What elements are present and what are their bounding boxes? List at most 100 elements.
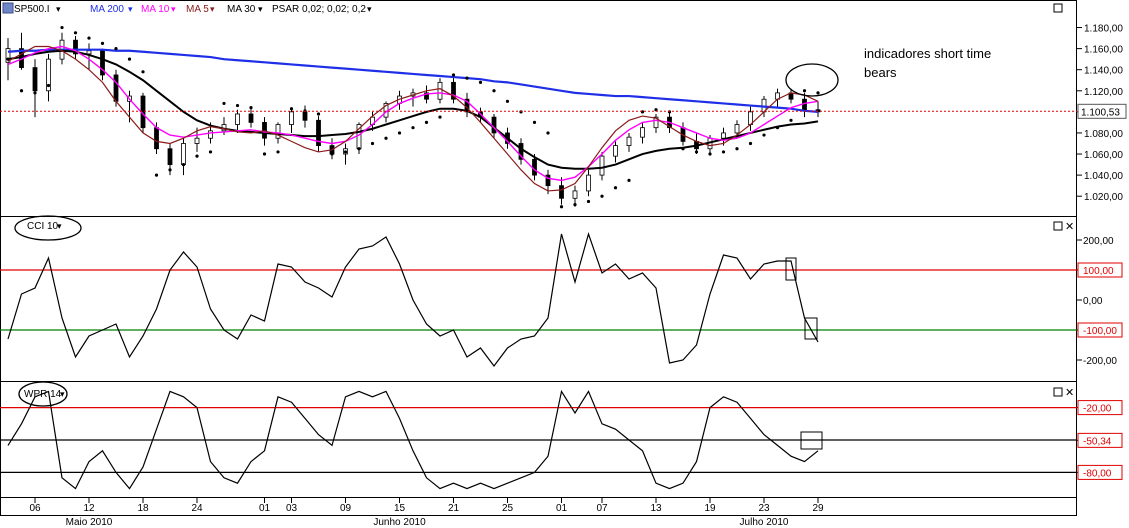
candle-body [32, 67, 38, 92]
osc-ytick-label: 100,00 [1083, 266, 1114, 277]
indicator-toolbar: SP500.I ▾ MA 200 ▾ MA 10 ▾ MA 5 ▾ MA 30 … [1, 1, 396, 15]
month-label: Maio 2010 [66, 517, 113, 528]
month-label: Julho 2010 [740, 517, 789, 528]
xtick-label: 24 [191, 503, 203, 514]
candle-body [437, 81, 443, 100]
wpr-title[interactable]: WPR 14 ▾ [24, 389, 65, 400]
psar-dot [208, 150, 213, 154]
close-icon[interactable]: ✕ [1065, 387, 1074, 399]
cci-line [7, 231, 819, 367]
psar-dot [640, 110, 645, 114]
chevron-down-icon[interactable]: ▾ [128, 4, 133, 14]
psar-dot [789, 118, 793, 122]
maximize-icon[interactable] [1053, 387, 1063, 397]
ma30-toggle[interactable]: MA 30 [227, 4, 256, 15]
psar-dot [424, 120, 429, 125]
psar-dot [127, 57, 132, 61]
xtick-label: 29 [812, 503, 824, 514]
candle-body [613, 145, 618, 157]
psar-dot [249, 106, 253, 110]
xtick-label: 21 [448, 503, 460, 514]
candle-body [113, 74, 119, 102]
close-icon[interactable]: ✕ [1065, 221, 1074, 233]
wpr-levels [0, 406, 1077, 474]
xtick-label: 15 [394, 503, 406, 514]
last-price-label: 1.100,53 [1081, 107, 1120, 118]
psar-dot [816, 91, 820, 95]
osc-ytick-label: -200,00 [1083, 356, 1117, 367]
psar-dot [222, 101, 226, 106]
xtick-label: 07 [596, 503, 608, 514]
cci-y-axis: 200,00 100,00 0,00 -100,00 -200,00 [1077, 236, 1123, 367]
psar-dot [681, 147, 685, 151]
psar-dot [465, 76, 469, 80]
xtick-label: 09 [340, 503, 352, 514]
wpr-title-label[interactable]: WPR 14 [24, 389, 62, 400]
symbol-label[interactable]: SP500.I [14, 4, 50, 15]
psar-dot [478, 80, 483, 84]
ma200-toggle[interactable]: MA 200 [90, 4, 124, 15]
cci-title-label[interactable]: CCI 10 [27, 221, 59, 232]
psar-dot [19, 89, 24, 93]
candle-body [154, 127, 159, 150]
chevron-down-icon[interactable]: ▾ [56, 4, 61, 14]
psar-toggle[interactable]: PSAR 0,02; 0,02; 0,2 [272, 4, 366, 15]
psar-dot [60, 25, 64, 30]
maximize-icon[interactable] [1053, 3, 1063, 13]
osc-ytick-label: -80,00 [1083, 468, 1112, 479]
chevron-down-icon[interactable]: ▾ [258, 4, 263, 14]
psar-dot [181, 162, 186, 167]
psar-dot [343, 150, 348, 154]
xtick-label: 12 [83, 503, 95, 514]
candle-body [248, 113, 254, 123]
psar-dot [73, 31, 78, 35]
psar-dot [330, 152, 334, 156]
candle-body [586, 174, 591, 192]
psar-dot [627, 178, 631, 182]
ma10-toggle[interactable]: MA 10 [141, 4, 170, 15]
annotation-line-1: indicadores short time [864, 46, 991, 61]
xtick-label: 01 [556, 503, 568, 514]
trading-chart[interactable]: 1.180,001.160,001.140,001.120,001.100,00… [0, 0, 1129, 528]
psar-dot [708, 152, 712, 156]
psar-dot [748, 141, 753, 146]
xtick-label: 23 [758, 503, 770, 514]
psar-dot [573, 203, 577, 207]
annotation-line-2: bears [864, 65, 897, 80]
psar-dot [694, 150, 699, 154]
psar-dot [262, 152, 267, 156]
osc-ytick-label: -50,34 [1083, 436, 1112, 447]
psar-dot [775, 126, 780, 130]
price-ytick-label: 1.040,00 [1084, 171, 1123, 182]
osc-ytick-label: 0,00 [1083, 296, 1103, 307]
symbol-icon[interactable] [2, 2, 14, 14]
candle-body [626, 136, 632, 146]
candle-body [599, 155, 605, 176]
chevron-down-icon[interactable]: ▾ [57, 221, 62, 231]
psar-dot [168, 168, 172, 172]
psar-dot [316, 112, 321, 116]
chevron-down-icon[interactable]: ▾ [367, 4, 372, 14]
price-ytick-label: 1.120,00 [1084, 87, 1123, 98]
psar-dot [397, 131, 402, 135]
psar-dot [532, 120, 537, 125]
psar-dot [357, 147, 361, 151]
ma5-toggle[interactable]: MA 5 [186, 4, 209, 15]
chevron-down-icon[interactable]: ▾ [60, 389, 65, 399]
psar-dot [276, 150, 280, 154]
chevron-down-icon[interactable]: ▾ [171, 4, 176, 14]
psar-dot [384, 136, 388, 140]
candle-body [289, 111, 294, 125]
psar-dot [46, 83, 51, 88]
chevron-down-icon[interactable]: ▾ [210, 4, 215, 14]
last-price-marker: 1.100,53 [0, 103, 1127, 119]
xtick-label: 25 [502, 503, 514, 514]
cci-levels [0, 269, 1077, 331]
candle-body [491, 116, 497, 134]
psar-dot [195, 154, 199, 158]
cci-title[interactable]: CCI 10 ▾ [27, 221, 62, 232]
candle-body [572, 190, 578, 199]
candle-body [640, 127, 645, 138]
maximize-icon[interactable] [1053, 221, 1063, 231]
psar-dot [667, 110, 672, 114]
